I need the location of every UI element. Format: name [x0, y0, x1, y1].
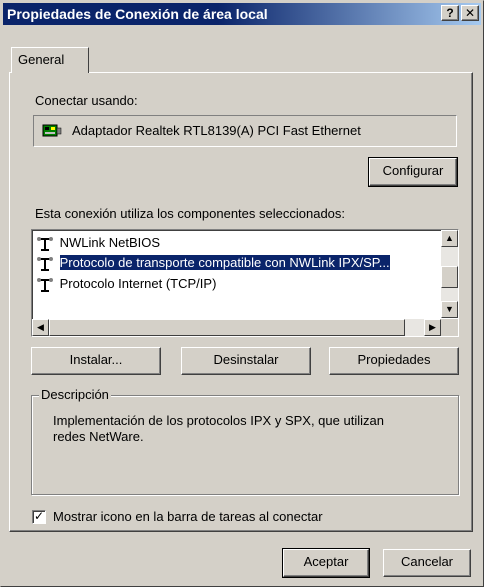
components-label: Esta conexión utiliza los componentes se… [35, 206, 346, 221]
protocol-icon [37, 277, 53, 292]
properties-button-label: Propiedades [357, 352, 431, 367]
scroll-down-button[interactable]: ▼ [441, 301, 458, 318]
properties-dialog: Propiedades de Conexión de área local ? … [0, 0, 484, 587]
cancel-button-label: Cancelar [400, 554, 454, 569]
description-line-2: redes NetWare. [53, 429, 144, 444]
network-adapter-icon [42, 124, 62, 137]
help-button[interactable]: ? [441, 5, 459, 21]
configure-button[interactable]: Configurar [368, 157, 458, 187]
scroll-right-button[interactable]: ▶ [424, 319, 441, 336]
protocol-icon [37, 256, 53, 271]
window-title: Propiedades de Conexión de área local [7, 6, 268, 22]
adapter-field: Adaptador Realtek RTL8139(A) PCI Fast Et… [33, 115, 457, 147]
configure-button-label: Configurar [382, 163, 444, 178]
list-item-label: Protocolo de transporte compatible con N… [58, 254, 391, 271]
uninstall-button-label: Desinstalar [213, 352, 279, 367]
close-icon: ✕ [464, 6, 476, 20]
scroll-left-button[interactable]: ◀ [32, 319, 49, 336]
tab-general-label: General [18, 52, 65, 67]
description-line-1: Implementación de los protocolos IPX y S… [53, 413, 384, 428]
protocol-icon [37, 236, 53, 251]
list-item[interactable]: NWLink NetBIOS [36, 234, 160, 252]
ok-button-label: Aceptar [303, 554, 349, 569]
install-button-label: Instalar... [69, 352, 123, 367]
show-icon-label: Mostrar icono en la barra de tareas al c… [53, 509, 323, 524]
uninstall-button[interactable]: Desinstalar [181, 347, 311, 375]
properties-button[interactable]: Propiedades [329, 347, 459, 375]
scroll-corner [441, 319, 458, 336]
connect-using-label: Conectar usando: [35, 93, 138, 108]
adapter-name: Adaptador Realtek RTL8139(A) PCI Fast Et… [72, 123, 361, 138]
ok-button[interactable]: Aceptar [282, 548, 370, 578]
title-bar[interactable]: Propiedades de Conexión de área local [3, 3, 481, 25]
description-legend: Descripción [39, 387, 111, 402]
description-groupbox [31, 395, 459, 495]
list-item-label: Protocolo Internet (TCP/IP) [59, 276, 217, 291]
show-icon-checkbox[interactable]: ✓ [32, 510, 46, 524]
vertical-scroll-thumb[interactable] [441, 266, 458, 288]
tab-general[interactable]: General [11, 47, 89, 73]
install-button[interactable]: Instalar... [31, 347, 161, 375]
cancel-button[interactable]: Cancelar [383, 549, 471, 577]
components-list[interactable]: NWLink NetBIOS Protocolo de transporte c… [31, 229, 459, 337]
close-button[interactable]: ✕ [461, 5, 479, 21]
scroll-up-button[interactable]: ▲ [441, 230, 458, 247]
list-item[interactable]: Protocolo Internet (TCP/IP) [36, 275, 216, 293]
list-item-label: NWLink NetBIOS [59, 235, 161, 250]
list-item-selected[interactable]: Protocolo de transporte compatible con N… [36, 254, 391, 272]
horizontal-scroll-thumb[interactable] [49, 319, 405, 336]
